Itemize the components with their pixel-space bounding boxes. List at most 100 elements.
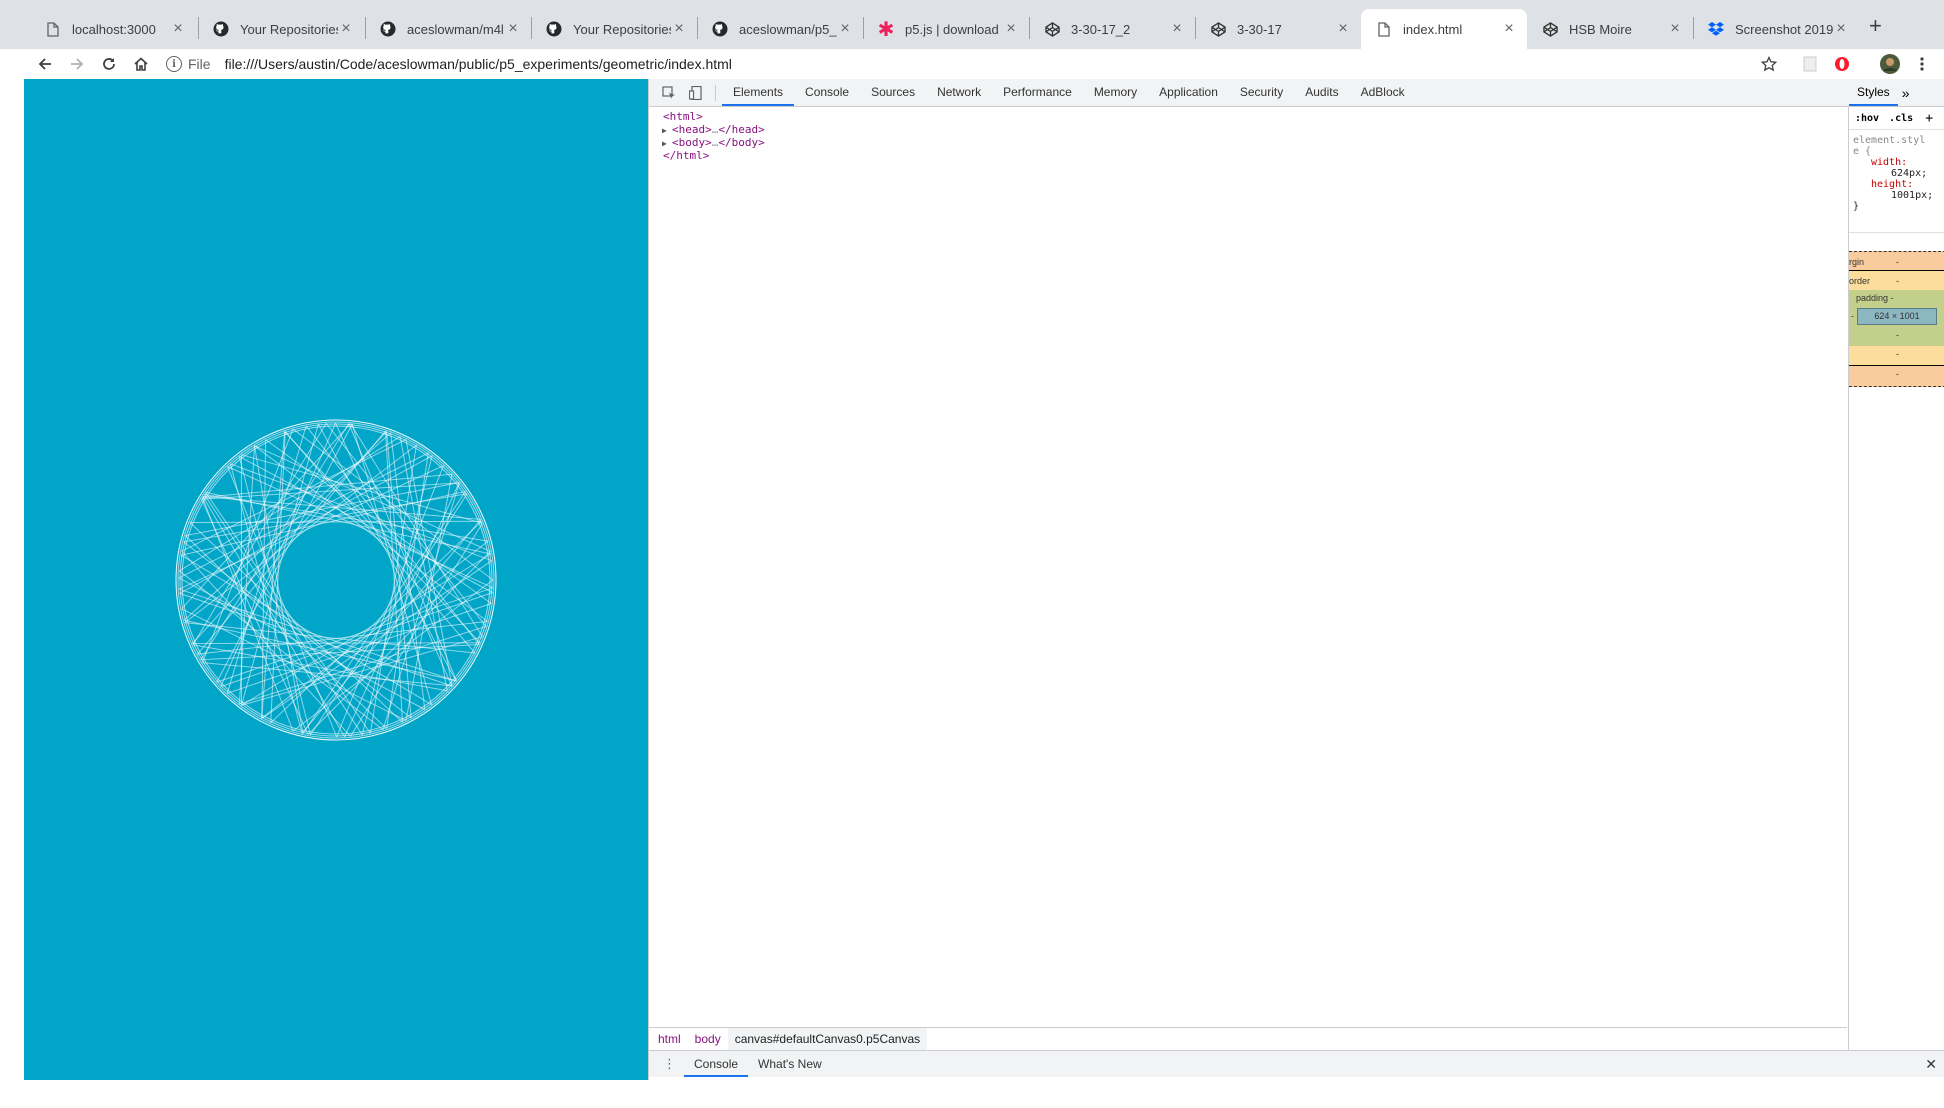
cls-toggle[interactable]: .cls [1889, 113, 1913, 124]
close-icon[interactable]: × [837, 20, 853, 38]
hov-toggle[interactable]: :hov [1855, 113, 1879, 124]
style-value-width[interactable]: 624px; [1853, 168, 1933, 179]
document-icon [44, 20, 62, 38]
close-icon[interactable]: × [170, 20, 186, 38]
tab-aceslowman-m4l[interactable]: aceslowman/m4l × [365, 9, 531, 49]
box-model-diagram: rgin - - order - - padding - - - 624 × 1… [1849, 251, 1944, 387]
devtools-tab-application[interactable]: Application [1148, 79, 1229, 106]
devtools-tab-network[interactable]: Network [926, 79, 992, 106]
new-tab-button[interactable]: + [1869, 13, 1882, 39]
close-icon[interactable]: × [338, 20, 354, 38]
reload-button[interactable] [95, 50, 123, 78]
dom-node-html-open[interactable]: <html> [663, 110, 703, 123]
styles-tab[interactable]: Styles [1849, 79, 1898, 106]
close-icon[interactable]: × [1003, 20, 1019, 38]
console-drawer-bar: ⋮ Console What's New ✕ [649, 1050, 1944, 1077]
drawer-menu-icon[interactable]: ⋮ [663, 1056, 676, 1072]
browser-toolbar: i File file:///Users/austin/Code/aceslow… [0, 49, 1944, 79]
close-icon[interactable]: × [1335, 20, 1351, 38]
expand-triangle-icon[interactable]: ▶ [662, 139, 672, 148]
devtools-tab-memory[interactable]: Memory [1083, 79, 1148, 106]
devtools-tab-adblock[interactable]: AdBlock [1350, 79, 1416, 106]
chord-line [227, 466, 494, 589]
tab-title: aceslowman/p5_d [739, 21, 837, 37]
devtools-tab-performance[interactable]: Performance [992, 79, 1083, 106]
close-icon[interactable]: × [505, 20, 521, 38]
p5-canvas[interactable] [24, 79, 648, 1080]
close-icon[interactable]: × [671, 20, 687, 38]
tab-screenshot[interactable]: Screenshot 2019 × [1693, 9, 1859, 49]
style-value-height[interactable]: 1001px; [1853, 190, 1933, 201]
bookmark-star-button[interactable] [1755, 50, 1783, 78]
element-style-rule: element.styl e { width: 624px; height: 1… [1853, 135, 1934, 212]
devtools-tab-sources[interactable]: Sources [860, 79, 926, 106]
style-prop-height[interactable]: height: [1853, 179, 1933, 190]
geometric-circle-drawing [175, 419, 497, 741]
address-bar[interactable]: i File file:///Users/austin/Code/aceslow… [166, 49, 1766, 79]
codepen-icon [1043, 20, 1061, 38]
drawer-close-icon[interactable]: ✕ [1925, 1056, 1937, 1073]
info-icon[interactable]: i [166, 56, 182, 72]
box-model-content[interactable]: 624 × 1001 [1857, 308, 1937, 325]
styles-tab-bar: Styles » [1849, 79, 1944, 107]
devtools-tab-audits[interactable]: Audits [1294, 79, 1349, 106]
style-prop-width[interactable]: width: [1853, 157, 1933, 168]
chord-line [185, 482, 460, 537]
tab-index-html[interactable]: index.html × [1361, 9, 1527, 49]
inspect-element-icon[interactable] [655, 85, 683, 100]
tab-strip: localhost:3000 × Your Repositories × ace… [0, 0, 1944, 49]
add-rule-icon[interactable]: + [1925, 111, 1933, 126]
dom-node-html-close[interactable]: </html> [663, 149, 709, 162]
devtools-tab-security[interactable]: Security [1229, 79, 1294, 106]
tab-p5js-download[interactable]: ✱ p5.js | download × [863, 9, 1029, 49]
drawer-tab-console[interactable]: Console [684, 1051, 749, 1077]
breadcrumb: html body canvas#defaultCanvas0.p5Canvas [649, 1027, 1847, 1050]
devtools-panel: Elements Console Sources Network Perform… [648, 79, 1944, 1080]
string-art-group [175, 419, 497, 741]
tab-title: HSB Moire [1569, 21, 1632, 37]
reload-icon [103, 58, 115, 70]
close-icon[interactable]: × [1667, 20, 1683, 38]
close-icon[interactable]: × [1501, 20, 1517, 38]
breadcrumb-body[interactable]: body [688, 1028, 728, 1050]
devtools-tab-elements[interactable]: Elements [722, 79, 795, 106]
back-button[interactable] [31, 50, 59, 78]
tab-title: Your Repositories [573, 21, 671, 37]
tab-title: 3-30-17 [1237, 21, 1282, 37]
tab-your-repositories-2[interactable]: Your Repositories × [531, 9, 697, 49]
more-tabs-icon[interactable]: » [1898, 85, 1914, 101]
devtools-tab-console[interactable]: Console [794, 79, 860, 106]
expand-triangle-icon[interactable]: ▶ [662, 126, 672, 135]
tab-your-repositories[interactable]: Your Repositories × [198, 9, 364, 49]
profile-avatar[interactable] [1876, 50, 1904, 78]
tab-hsb-moire[interactable]: HSB Moire × [1527, 9, 1693, 49]
dom-node-body[interactable]: ▶ <body>…</body> [662, 136, 765, 149]
home-button[interactable] [127, 50, 155, 78]
forward-button[interactable] [63, 50, 91, 78]
device-toolbar-icon[interactable] [683, 85, 709, 100]
close-icon[interactable]: × [1833, 20, 1849, 38]
tab-localhost[interactable]: localhost:3000 × [30, 9, 196, 49]
close-icon[interactable]: × [1169, 20, 1185, 38]
github-icon [545, 20, 563, 38]
extension-button[interactable] [1796, 50, 1824, 78]
tab-title: Screenshot 2019 [1735, 21, 1833, 37]
tab-aceslowman-p5[interactable]: aceslowman/p5_d × [697, 9, 863, 49]
breadcrumb-canvas[interactable]: canvas#defaultCanvas0.p5Canvas [727, 1028, 928, 1050]
chord-line [189, 520, 482, 523]
star-icon [1761, 56, 1777, 72]
dropbox-icon [1707, 20, 1725, 38]
codepen-icon [1541, 20, 1559, 38]
github-icon [212, 20, 230, 38]
breadcrumb-html[interactable]: html [651, 1028, 688, 1050]
github-icon [711, 20, 729, 38]
chord-line [192, 644, 448, 692]
tab-title: Your Repositories [240, 21, 338, 37]
browser-menu-button[interactable] [1908, 50, 1936, 78]
tab-3-30-17[interactable]: 3-30-17 × [1195, 9, 1361, 49]
url-text[interactable]: file:///Users/austin/Code/aceslowman/pub… [225, 56, 732, 72]
drawer-tab-whats-new[interactable]: What's New [748, 1051, 832, 1077]
tab-3-30-17-2[interactable]: 3-30-17_2 × [1029, 9, 1195, 49]
dom-node-head[interactable]: ▶ <head>…</head> [662, 123, 765, 136]
opera-extension-button[interactable] [1828, 50, 1856, 78]
